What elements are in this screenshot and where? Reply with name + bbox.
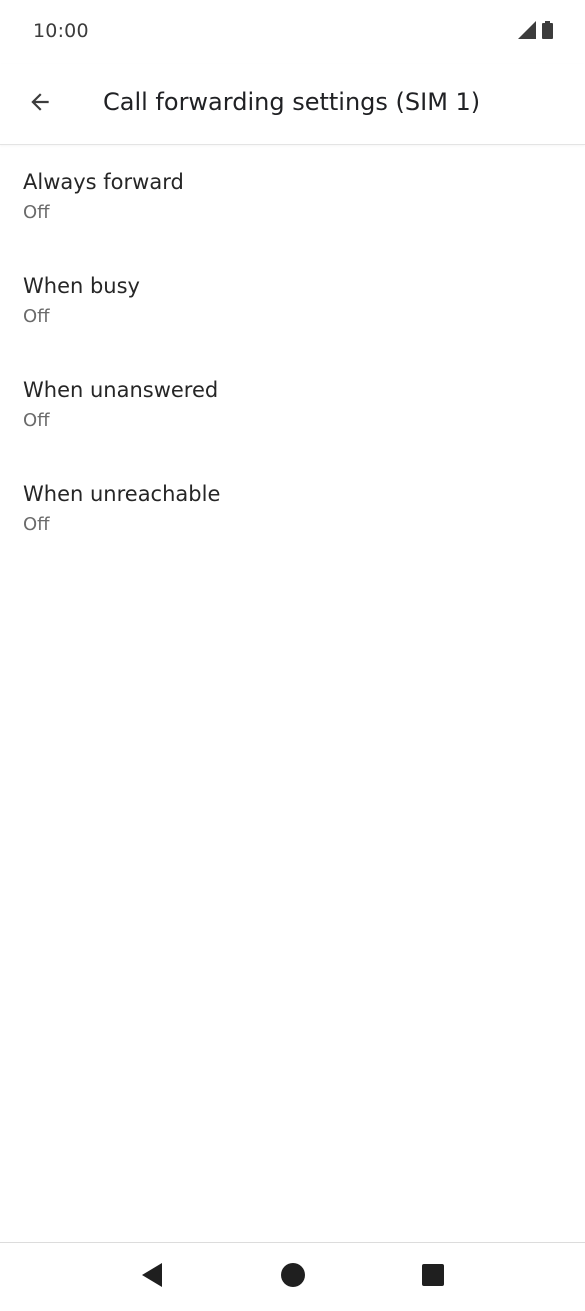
setting-title: When busy: [23, 274, 140, 298]
status-bar: 10:00: [0, 0, 585, 64]
nav-home-button[interactable]: [269, 1253, 317, 1301]
app-bar: Call forwarding settings (SIM 1): [0, 64, 585, 145]
page-title: Call forwarding settings (SIM 1): [103, 88, 481, 116]
setting-when-unreachable[interactable]: When unreachable Off: [0, 457, 585, 561]
status-icons: [518, 21, 553, 43]
setting-summary: Off: [23, 306, 50, 327]
back-button[interactable]: [18, 82, 62, 126]
setting-always-forward[interactable]: Always forward Off: [0, 145, 585, 249]
home-circle-icon: [280, 1262, 306, 1292]
setting-summary: Off: [23, 202, 50, 223]
recents-square-icon: [421, 1263, 445, 1291]
navigation-bar: [0, 1242, 585, 1311]
setting-summary: Off: [23, 410, 50, 431]
settings-list: Always forward Off When busy Off When un…: [0, 145, 585, 561]
setting-when-busy[interactable]: When busy Off: [0, 249, 585, 353]
cellular-signal-icon: [518, 21, 536, 43]
setting-when-unanswered[interactable]: When unanswered Off: [0, 353, 585, 457]
nav-recents-button[interactable]: [409, 1253, 457, 1301]
arrow-back-icon: [27, 89, 53, 119]
nav-back-button[interactable]: [128, 1253, 176, 1301]
battery-icon: [542, 21, 553, 43]
back-triangle-icon: [140, 1262, 164, 1292]
setting-title: When unreachable: [23, 482, 221, 506]
setting-title: Always forward: [23, 170, 184, 194]
status-time: 10:00: [33, 20, 89, 42]
setting-title: When unanswered: [23, 378, 219, 402]
setting-summary: Off: [23, 514, 50, 535]
